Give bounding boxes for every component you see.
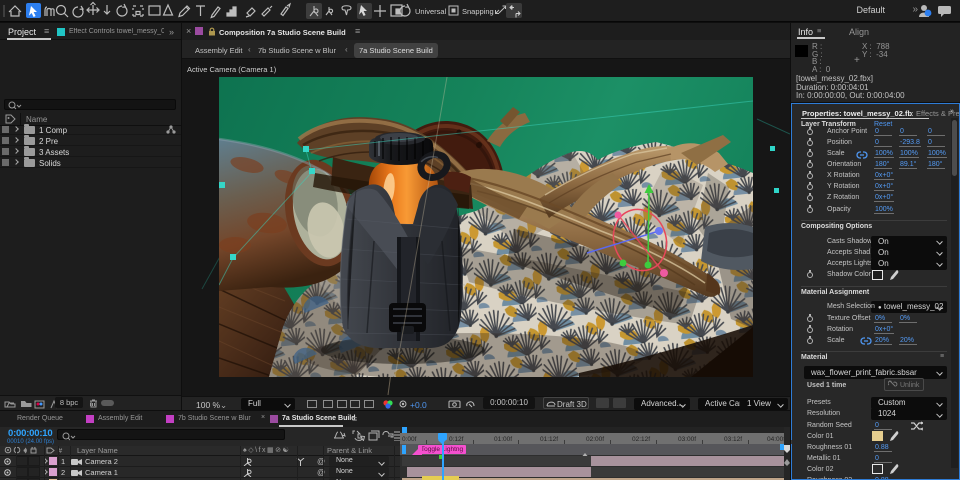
svg-text:Universal: Universal bbox=[415, 7, 447, 16]
svg-text:Snapping: Snapping bbox=[462, 7, 494, 16]
